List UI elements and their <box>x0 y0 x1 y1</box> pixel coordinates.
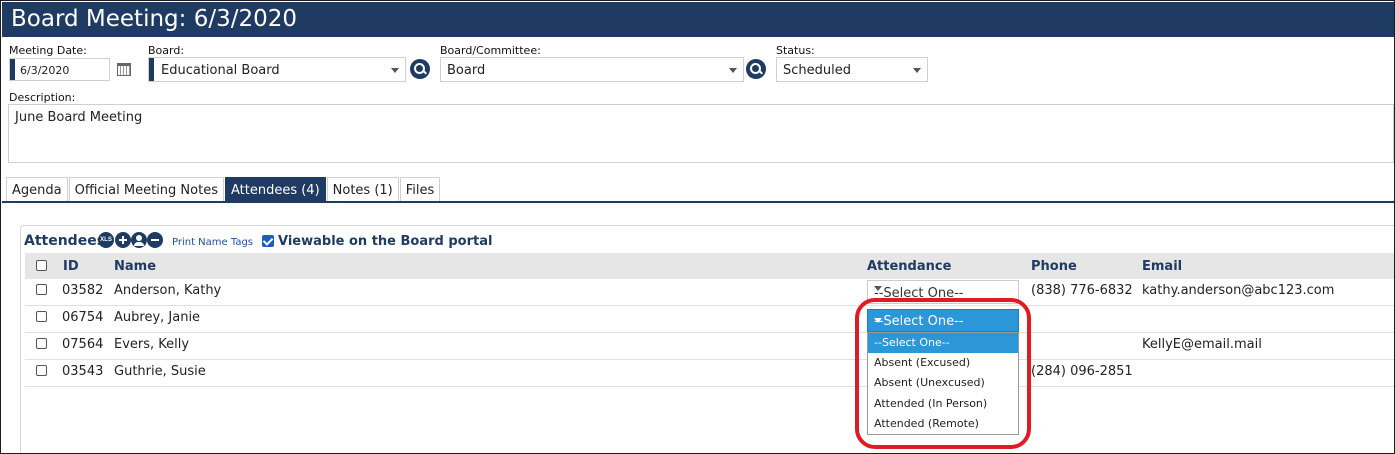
row-id: 06754 <box>62 310 104 325</box>
row-name: Anderson, Kathy <box>114 283 222 298</box>
calendar-icon[interactable] <box>117 63 131 76</box>
meeting-date-field[interactable]: 6/3/2020 <box>9 58 110 81</box>
viewable-checkbox[interactable] <box>262 235 274 247</box>
column-header-phone[interactable]: Phone <box>1031 259 1077 274</box>
column-header-id[interactable]: ID <box>63 259 79 274</box>
table-header <box>25 253 1394 279</box>
board-label: Board: <box>148 44 185 57</box>
meeting-date-label: Meeting Date: <box>9 44 87 57</box>
xls-export-icon[interactable]: XLS <box>98 232 114 248</box>
board-select[interactable]: Educational Board <box>148 57 406 82</box>
status-label: Status: <box>776 44 815 57</box>
chevron-down-icon <box>391 68 399 73</box>
row-name: Aubrey, Janie <box>114 310 201 325</box>
remove-icon[interactable] <box>147 232 163 248</box>
status-select[interactable]: Scheduled <box>776 57 928 82</box>
row-id: 03582 <box>62 283 104 298</box>
tab-bar: Agenda Official Meeting Notes Attendees … <box>6 177 441 202</box>
row-email[interactable]: KellyE@email.mail <box>1142 337 1262 352</box>
row-checkbox[interactable] <box>36 311 47 322</box>
row-name: Evers, Kelly <box>114 337 190 352</box>
row-divider <box>25 359 1394 360</box>
committee-label: Board/Committee: <box>440 44 541 57</box>
tab-files[interactable]: Files <box>399 177 441 202</box>
chevron-down-icon <box>913 68 921 73</box>
description-value: June Board Meeting <box>15 110 143 125</box>
row-checkbox[interactable] <box>36 338 47 349</box>
row-phone: (838) 776-6832 <box>1031 283 1133 298</box>
tab-agenda[interactable]: Agenda <box>6 177 68 202</box>
row-id: 03543 <box>62 364 104 379</box>
row-divider <box>25 305 1394 306</box>
row-divider <box>25 332 1394 333</box>
chevron-down-icon <box>729 68 737 73</box>
tab-attendees[interactable]: Attendees (4) <box>224 177 326 202</box>
row-name: Guthrie, Susie <box>114 364 206 379</box>
row-phone: (284) 096-2851 <box>1031 364 1133 379</box>
row-divider <box>25 386 1394 387</box>
add-icon[interactable] <box>115 232 131 248</box>
person-icon[interactable] <box>131 232 147 248</box>
required-marker <box>149 58 154 81</box>
committee-search-icon[interactable] <box>746 59 766 79</box>
row-checkbox[interactable] <box>36 365 47 376</box>
attendees-title: Attendees <box>24 233 106 249</box>
print-name-tags-link[interactable]: Print Name Tags <box>172 237 253 248</box>
committee-select[interactable]: Board <box>440 57 744 82</box>
viewable-label: Viewable on the Board portal <box>278 234 493 249</box>
row-id: 07564 <box>62 337 104 352</box>
window: Board Meeting: 6/3/2020 Meeting Date: 6/… <box>0 0 1395 454</box>
committee-select-value: Board <box>447 63 486 78</box>
page-title: Board Meeting: 6/3/2020 <box>2 2 1394 37</box>
meeting-date-value: 6/3/2020 <box>20 64 70 77</box>
column-header-attendance[interactable]: Attendance <box>867 259 951 274</box>
description-textarea[interactable]: June Board Meeting <box>8 104 1394 163</box>
row-email[interactable]: kathy.anderson@abc123.com <box>1142 283 1334 298</box>
row-checkbox[interactable] <box>36 284 47 295</box>
column-header-name[interactable]: Name <box>114 259 156 274</box>
required-marker <box>10 59 15 80</box>
chevron-down-icon <box>874 286 882 291</box>
tab-notes[interactable]: Notes (1) <box>326 177 399 202</box>
tab-official-meeting-notes[interactable]: Official Meeting Notes <box>68 177 224 202</box>
description-label: Description: <box>9 91 76 104</box>
annotation-highlight <box>855 298 1031 449</box>
column-header-email[interactable]: Email <box>1142 259 1182 274</box>
select-all-checkbox[interactable] <box>36 260 47 271</box>
status-select-value: Scheduled <box>783 63 851 78</box>
board-search-icon[interactable] <box>410 59 430 79</box>
tab-divider <box>2 201 1394 203</box>
board-select-value: Educational Board <box>161 63 280 78</box>
